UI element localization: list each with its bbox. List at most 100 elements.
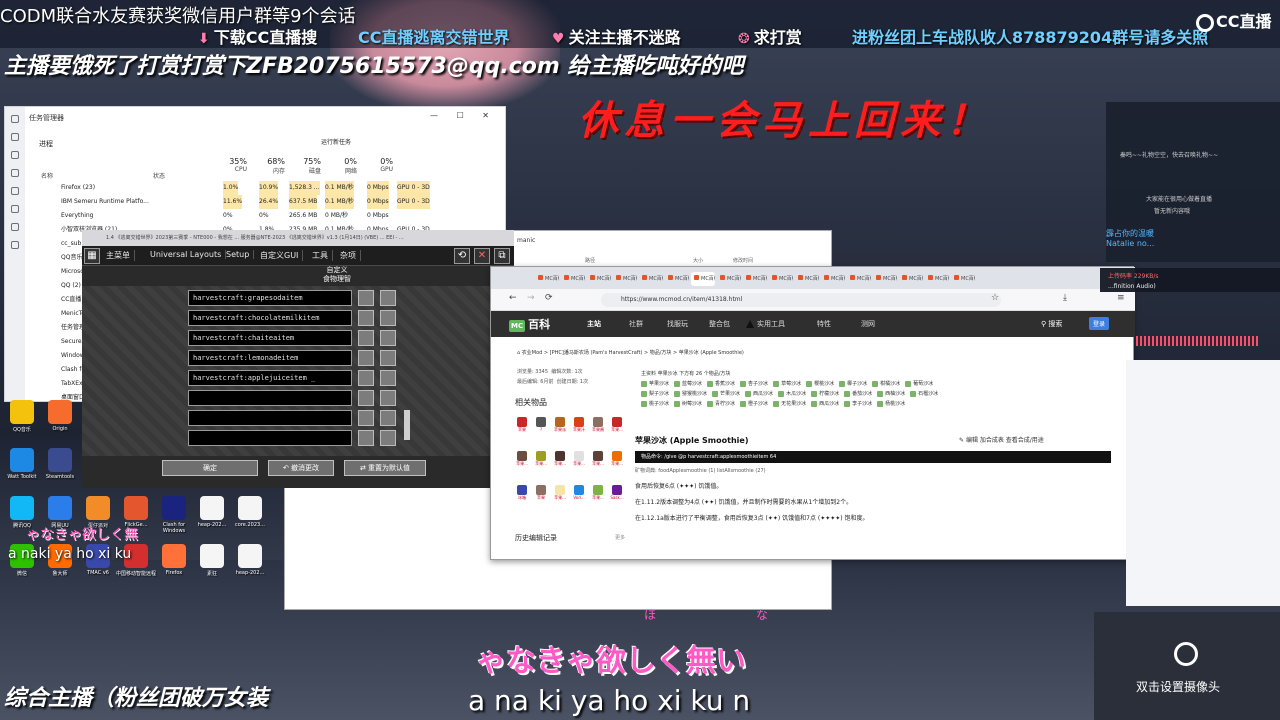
browser-tab[interactable]: MC百科 (639, 272, 663, 286)
variant-tag[interactable]: 杨桃沙冰 (877, 399, 905, 409)
variant-tag[interactable]: 橙子沙冰 (740, 399, 768, 409)
variant-tag[interactable]: 芒果沙冰 (712, 389, 740, 399)
performance-icon[interactable] (11, 151, 19, 159)
nav-servers[interactable]: 找服玩 (667, 319, 688, 329)
search-button[interactable]: ⚲ 搜索 (1041, 319, 1062, 329)
related-item[interactable]: 苹果... (591, 485, 605, 505)
related-item[interactable]: Vod... (572, 485, 586, 505)
variant-tag[interactable]: 香蕉沙冰 (707, 379, 735, 389)
add-entry-button[interactable] (358, 430, 374, 446)
variant-tag[interactable]: 樱桃沙冰 (806, 379, 834, 389)
nav-home[interactable]: 主站 (587, 319, 601, 329)
camera-placeholder[interactable]: 双击设置摄像头 (1094, 612, 1280, 720)
browser-tab[interactable]: MC百科 (717, 272, 741, 286)
related-item[interactable]: Sask... (610, 485, 624, 505)
col-cpu[interactable]: 35% CPU (223, 157, 247, 173)
nav-community[interactable]: 社群 (629, 319, 643, 329)
browser-tab[interactable]: MC百科 (899, 272, 923, 286)
col-path[interactable]: 路径 (585, 258, 595, 264)
remove-entry-button[interactable] (380, 350, 396, 366)
add-entry-button[interactable] (358, 290, 374, 306)
edit-icon[interactable]: ✎ (959, 437, 966, 444)
run-new-task-button[interactable]: 运行新任务 (321, 137, 351, 146)
services-icon[interactable] (11, 241, 19, 249)
related-item[interactable]: 苹果... (591, 451, 605, 471)
menu-icon[interactable]: ≡ (1117, 293, 1125, 303)
item-actions[interactable]: ✎ 编辑 加合成表 查看合成/用途 (959, 435, 1044, 444)
menu-universal-layouts[interactable]: Universal Layouts (146, 250, 227, 259)
add-entry-button[interactable] (358, 330, 374, 346)
variant-tag[interactable]: 柑橘沙冰 (872, 379, 900, 389)
edit-history-more[interactable]: 更多 (615, 534, 625, 541)
col-network[interactable]: 0% 网络 (333, 157, 357, 175)
col-date[interactable]: 修改时间 (733, 258, 753, 264)
remove-entry-button[interactable] (380, 430, 396, 446)
variant-tag[interactable]: 梨子沙冰 (641, 389, 669, 399)
food-config-input[interactable]: harvestcraft:grapesodaitem (188, 290, 352, 306)
window-controls[interactable]: — ☐ ✕ (430, 111, 497, 120)
variant-tag[interactable]: 葡萄沙冰 (905, 379, 933, 389)
variant-tag[interactable]: 草莓沙冰 (773, 379, 801, 389)
browser-tab[interactable]: MC百科 (847, 272, 871, 286)
expand-icon[interactable]: ⧉ (494, 248, 510, 264)
related-item[interactable]: 苹果... (553, 485, 567, 505)
food-config-input[interactable]: harvestcraft:applejuiceitem _ (188, 370, 352, 386)
related-item[interactable]: 苹果汁 (572, 417, 586, 437)
browser-tab[interactable]: MC百科 (925, 272, 949, 286)
remove-entry-button[interactable] (380, 290, 396, 306)
menu-setup[interactable]: Setup (222, 250, 255, 259)
related-item[interactable]: 苹果派 (553, 417, 567, 437)
browser-tab[interactable]: MC百科 (613, 272, 637, 286)
variant-tag[interactable]: 番茄沙冰 (844, 389, 872, 399)
variant-tag[interactable]: 西瓜沙冰 (811, 399, 839, 409)
variant-tag[interactable]: 苹果沙冰 (641, 379, 669, 389)
related-item[interactable]: 冰箱 (515, 485, 529, 505)
menu-icon[interactable] (11, 115, 19, 123)
variant-tag[interactable]: 木瓜沙冰 (778, 389, 806, 399)
url-bar[interactable]: https://www.mcmod.cn/item/41318.html (601, 293, 1001, 307)
variant-tag[interactable]: 杏子沙冰 (740, 379, 768, 389)
food-config-input[interactable]: harvestcraft:chaiteaitem (188, 330, 352, 346)
config-scrollbar[interactable] (404, 410, 410, 440)
menu-misc[interactable]: 杂项 (336, 250, 361, 261)
related-item[interactable]: 苹果... (610, 451, 624, 471)
remove-entry-button[interactable] (380, 410, 396, 426)
variant-tag[interactable]: 西柚沙冰 (877, 389, 905, 399)
startup-icon[interactable] (11, 187, 19, 195)
browser-tab[interactable]: MC百科 (665, 272, 689, 286)
browser-tab[interactable]: MC百科 (743, 272, 767, 286)
give-command[interactable]: 物品命令: /give @p harvestcraft:applesmoothi… (635, 451, 1111, 463)
variant-tag[interactable]: 猕猴桃沙冰 (674, 389, 707, 399)
col-name[interactable]: 名称 (41, 171, 53, 180)
food-config-input[interactable]: harvestcraft:chocolatemilkitem (188, 310, 352, 326)
col-disk[interactable]: 75% 磁盘 (295, 157, 321, 175)
related-item[interactable]: 苹果 (515, 417, 529, 437)
remove-entry-button[interactable] (380, 330, 396, 346)
close-icon[interactable]: ✕ (474, 248, 490, 264)
menu-custom-gui[interactable]: 自定义GUI (256, 250, 304, 261)
variant-tag[interactable]: 桃子沙冰 (641, 399, 669, 409)
variant-tag[interactable]: 蓝莓沙冰 (674, 379, 702, 389)
browser-tab[interactable]: MC百科 (821, 272, 845, 286)
variant-tag[interactable]: 石榴沙冰 (910, 389, 938, 399)
menu-tools[interactable]: 工具 (308, 250, 333, 261)
login-button[interactable]: 登录 (1089, 317, 1110, 330)
col-status[interactable]: 状态 (153, 171, 165, 180)
add-entry-button[interactable] (358, 390, 374, 406)
col-memory[interactable]: 68% 内存 (259, 157, 285, 175)
food-config-input[interactable]: harvestcraft:lemonadeitem (188, 350, 352, 366)
bookmark-star-icon[interactable]: ☆ (991, 293, 999, 303)
nav-modpacks[interactable]: 整合包 (709, 319, 730, 329)
minecraft-home-icon[interactable]: ▦ (84, 248, 100, 264)
variant-tag[interactable]: 椰子沙冰 (839, 379, 867, 389)
variant-tag[interactable]: 无花果沙冰 (773, 399, 806, 409)
related-item[interactable]: 苹果... (572, 451, 586, 471)
related-item[interactable]: 苹果 (534, 485, 548, 505)
browser-tab[interactable]: MC百科 (561, 272, 585, 286)
col-gpu[interactable]: 0% GPU (369, 157, 393, 173)
nav-features[interactable]: 特性 (817, 319, 831, 329)
variant-tag[interactable]: 青柠沙冰 (707, 399, 735, 409)
process-row[interactable]: Everything 0% 0% 265.6 MB 0 MB/秒 0 Mbps (31, 209, 503, 223)
browser-tab[interactable]: MC百科 (587, 272, 611, 286)
refresh-icon[interactable]: ⟲ (454, 248, 470, 264)
